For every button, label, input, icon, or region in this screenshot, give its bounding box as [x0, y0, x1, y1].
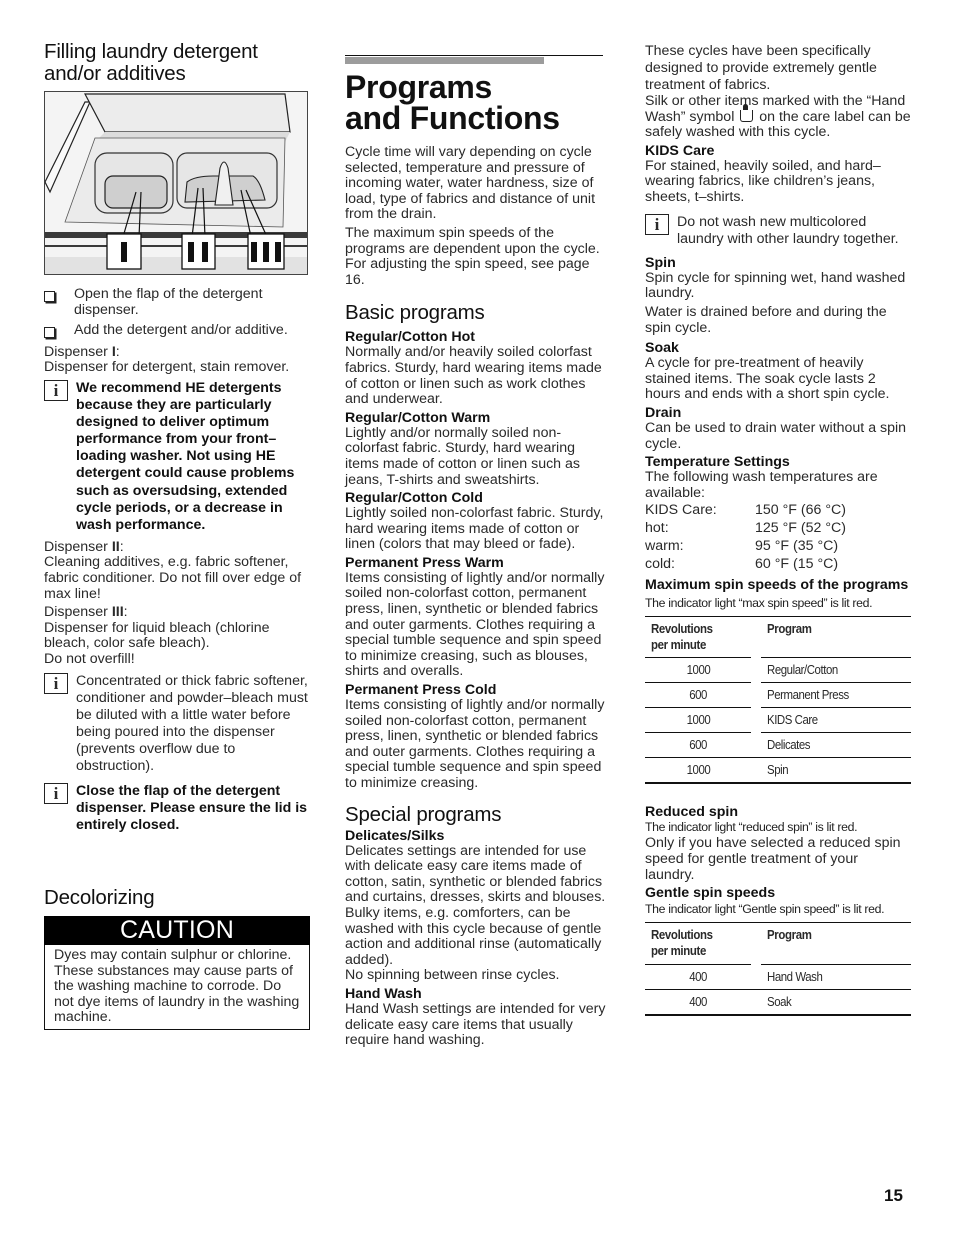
gentle-spin-heading: Gentle spin speeds [645, 885, 776, 902]
max-spin-indicator: The indicator light “max spin speed” is … [645, 595, 873, 610]
caution-text: Dyes may contain sulphur or chlorine. Th… [44, 945, 310, 1030]
temperature-list: KIDS Care: 150 °F (66 °C) hot: 125 °F (5… [645, 503, 911, 573]
spin-text: Spin cycle for spinning wet, hand washed… [645, 269, 906, 302]
table-row: 600 Permanent Press [645, 682, 911, 708]
program-perm-press-warm: Permanent Press Warm Items consisting of… [345, 554, 605, 680]
step-item: Open the flap of the detergent dispenser… [44, 286, 310, 318]
page-title: Programs and Functions [345, 69, 560, 136]
spin-heading: Spin [645, 254, 676, 271]
temp-value: 150 °F (66 °C) [755, 502, 846, 519]
info-note-multicolored: i Do not wash new multicolored laundry w… [645, 213, 911, 248]
temp-value: 60 °F (15 °C) [755, 556, 839, 573]
table-header-row: Revolutions per minute Program [645, 615, 911, 658]
intro-spin-paragraph: The maximum spin speeds of the programs … [345, 224, 600, 288]
col-header-program: Program [761, 615, 911, 658]
program-delicates: Delicates/Silks Delicates settings are i… [345, 827, 606, 984]
dispenser-drawing [45, 92, 307, 274]
info-icon: i [44, 379, 68, 401]
caution-label: CAUTION [44, 916, 310, 945]
hand-wash-symbol-note: Silk or other items marked with the “Han… [645, 93, 911, 141]
table-row: 1000 Spin [645, 757, 911, 785]
temp-label: warm: [645, 538, 684, 555]
program-regular-cold: Regular/Cotton Cold Lightly soiled non-c… [345, 490, 604, 553]
kids-care-text: For stained, heavily soiled, and hard–we… [645, 157, 881, 205]
step-text: Add the detergent and/or additive. [74, 322, 288, 339]
decolorizing-heading: Decolorizing [44, 886, 155, 909]
max-spin-table: Revolutions per minute Program 1000 Regul… [645, 615, 911, 785]
checkbox-bullet-icon [44, 291, 55, 302]
caution-box: CAUTION Dyes may contain sulphur or chlo… [44, 916, 310, 1030]
basic-programs-heading: Basic programs [345, 301, 485, 325]
temp-label: cold: [645, 556, 675, 573]
reduced-spin-indicator: The indicator light “reduced spin” is li… [645, 820, 858, 835]
hand-wash-symbol-icon [740, 103, 754, 122]
info-note-he: i We recommend HE detergents because the… [44, 379, 310, 534]
temp-value: 125 °F (52 °C) [755, 520, 846, 537]
program-hand-wash: Hand Wash Hand Wash settings are intende… [345, 985, 606, 1049]
filling-detergent-heading: Filling laundry detergent and/or additiv… [44, 40, 258, 85]
checkbox-bullet-icon [44, 327, 55, 339]
table-row: 400 Soak [645, 988, 911, 1016]
reduced-spin-text: Only if you have selected a reduced spin… [645, 835, 901, 883]
table-row: 400 Hand Wash [645, 963, 911, 990]
reduced-spin-heading: Reduced spin [645, 804, 739, 821]
dispenser-3-label: Dispenser III: [44, 604, 128, 621]
step-text: Open the flap of the detergent dispenser… [74, 286, 263, 318]
table-row: 600 Delicates [645, 732, 911, 758]
dispenser-1-text: Dispenser for detergent, stain remover. [44, 359, 290, 376]
info-note-concentrated: i Concentrated or thick fabric softener,… [44, 672, 310, 776]
gentle-spin-indicator: The indicator light “Gentle spin speed” … [645, 902, 885, 917]
col-header-program: Program [761, 922, 911, 965]
soak-heading: Soak [645, 340, 679, 357]
temp-label: KIDS Care: [645, 502, 717, 519]
dispenser-2-text: Cleaning additives, e.g. fabric softener… [44, 554, 302, 602]
temperature-intro: The following wash temperatures are avai… [645, 469, 878, 501]
hand-wash-continued: These cycles have been specifically desi… [645, 43, 877, 93]
program-regular-warm: Regular/Cotton Warm Lightly and/or norma… [345, 409, 581, 488]
table-header-row: Revolutions per minute Program [645, 922, 911, 965]
intro-paragraph: Cycle time will vary depending on cycle … [345, 144, 596, 223]
dispenser-3-text: Dispenser for liquid bleach (chlorine bl… [44, 619, 270, 652]
col-header-rpm: Revolutions per minute [645, 922, 751, 965]
info-icon: i [44, 672, 68, 694]
dispenser-2-label: Dispenser II: [44, 538, 124, 555]
spin-text-2: Water is drained before and during the s… [645, 303, 887, 336]
page-number: 15 [884, 1186, 903, 1205]
info-note-close: i Close the flap of the detergent dispen… [44, 783, 310, 834]
soak-text: A cycle for pre-treatment of heavily sta… [645, 355, 890, 403]
program-perm-press-cold: Permanent Press Cold Items consisting of… [345, 682, 605, 791]
program-regular-hot: Regular/Cotton Hot Normally and/or heavi… [345, 329, 602, 408]
info-icon: i [645, 213, 669, 235]
kids-care-heading: KIDS Care [645, 142, 715, 159]
drain-text: Can be used to drain water without a spi… [645, 419, 907, 452]
table-row: 1000 Regular/Cotton [645, 657, 911, 683]
drain-heading: Drain [645, 404, 682, 421]
table-row: 1000 KIDS Care [645, 707, 911, 733]
temp-value: 95 °F (35 °C) [755, 538, 839, 555]
info-icon: i [44, 783, 68, 805]
max-spin-heading: Maximum spin speeds of the programs [645, 576, 909, 593]
temp-label: hot: [645, 520, 669, 537]
col-header-rpm: Revolutions per minute [645, 615, 751, 658]
temperature-heading: Temperature Settings [645, 454, 790, 471]
detergent-dispenser-illustration [44, 91, 308, 275]
dispenser-1-label: Dispenser I: [44, 343, 120, 360]
header-accent-bar [345, 57, 544, 64]
step-item: Add the detergent and/or additive. [44, 323, 310, 339]
special-programs-heading: Special programs [345, 802, 502, 826]
gentle-spin-table: Revolutions per minute Program 400 Hand W… [645, 922, 911, 1016]
dispenser-3-warning: Do not overfill! [44, 650, 135, 667]
